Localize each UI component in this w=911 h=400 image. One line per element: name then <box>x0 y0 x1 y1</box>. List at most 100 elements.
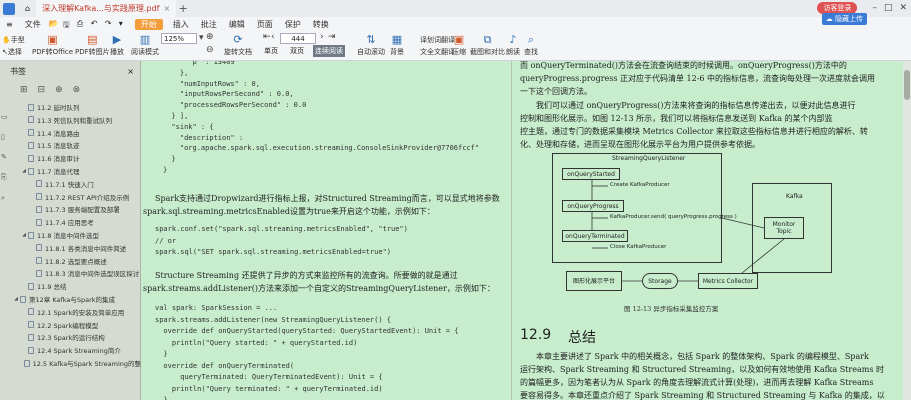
bookmark-item[interactable]: ◢ 11.8 消息中间件选型 <box>0 229 141 241</box>
menu-convert[interactable]: 转换 <box>307 19 335 30</box>
compress-icon: ▣ <box>453 33 465 46</box>
pdf-to-image-button[interactable]: ▤ PDF转图片 <box>75 33 110 57</box>
bookmark-label: 11.8 消息中间件选型 <box>37 232 100 240</box>
bookmark-item[interactable]: 11.7.4 应用思考 <box>0 216 141 228</box>
pdf-to-office-button[interactable]: ▣ PDF转Office <box>32 33 73 57</box>
screenshot-compare-button[interactable]: ⧉ 截图和对比 <box>470 33 505 57</box>
hide-upload-button[interactable]: ☁ 隐藏上传 <box>821 13 867 25</box>
delete-bookmark-icon[interactable]: ⊗ <box>73 85 81 95</box>
read-aloud-button[interactable]: ♪ 朗读 <box>506 33 520 57</box>
zoom-dropdown-icon[interactable]: ▾ <box>199 33 204 43</box>
bookmark-item[interactable]: 11.8.1 各类消息中间件简述 <box>0 242 141 254</box>
bookmark-item[interactable]: 11.7.1 快速入门 <box>0 178 141 190</box>
last-page-icon[interactable]: ⇥ <box>328 32 336 42</box>
menu-edit[interactable]: 编辑 <box>223 19 251 30</box>
bookmark-item[interactable]: 12.5 Kafka与Spark Streaming的整 <box>0 357 141 369</box>
zoom-in-icon[interactable]: ⊕ <box>206 32 214 42</box>
vertical-scrollbar[interactable] <box>903 61 911 400</box>
bookmark-label: 11.7.4 应用思考 <box>45 219 94 228</box>
menu-start[interactable]: 开始 <box>134 18 163 30</box>
print-icon[interactable]: ⎙ <box>77 19 87 29</box>
save-icon[interactable]: 🖫 <box>63 19 73 29</box>
close-window-icon[interactable]: ✕ <box>899 3 907 13</box>
bookmark-item[interactable]: 12.3 Spark的运行结构 <box>0 331 141 343</box>
menu-insert[interactable]: 插入 <box>167 19 195 30</box>
bookmark-item[interactable]: 11.2 延时队列 <box>0 101 141 113</box>
bookmark-item[interactable]: ◢ 11.7 消息代理 <box>0 165 141 177</box>
new-tab-icon[interactable]: + <box>176 2 190 15</box>
bookmark-item[interactable]: 11.7.3 服务端配置及部署 <box>0 203 141 215</box>
document-tab[interactable]: 深入理解Kafka...与实践原理.pdf × <box>36 0 177 17</box>
background-button[interactable]: ▦ 背景 <box>390 33 404 57</box>
bookmark-item[interactable]: 11.7.2 REST API介绍及示例 <box>0 191 141 203</box>
collapse-all-icon[interactable]: ⊟ <box>38 85 46 95</box>
bookmark-label: 11.8.2 选型要点概述 <box>45 257 107 266</box>
close-tab-icon[interactable]: × <box>163 4 170 13</box>
bookmark-icon <box>36 193 42 201</box>
bookmark-icon <box>28 346 34 354</box>
bookmark-item[interactable]: 11.6 消息审计 <box>0 152 141 164</box>
word-translate-button[interactable]: 译划词翻译 <box>420 35 455 45</box>
file-menu[interactable]: 文件 <box>19 19 47 30</box>
bookmark-item[interactable]: 11.3 死信队列和重试队列 <box>0 114 141 126</box>
menu-annotate[interactable]: 批注 <box>195 19 223 30</box>
redo-icon[interactable]: ↷ <box>105 19 115 29</box>
maximize-icon[interactable]: □ <box>884 3 893 13</box>
bookmark-item[interactable]: 12.1 Spark的安装及简单应用 <box>0 306 141 318</box>
full-translate-icon: 文 <box>420 48 427 56</box>
scrollbar-thumb[interactable] <box>904 70 910 100</box>
collapse-toggle-icon[interactable]: ◢ <box>12 296 20 302</box>
play-button[interactable]: ▶ 播放 <box>110 33 124 57</box>
hamburger-icon[interactable]: ≡ <box>0 20 19 29</box>
bookmark-item[interactable]: ◢ 第12章 Kafka与Spark的集成 <box>0 293 141 305</box>
zoom-select[interactable]: 125% <box>161 33 197 44</box>
menu-page[interactable]: 页面 <box>251 19 279 30</box>
bookmark-item[interactable]: 11.5 消息轨迹 <box>0 139 141 151</box>
find-button[interactable]: ⌕ 查找 <box>524 33 538 57</box>
bookmark-item[interactable]: 11.4 消息路由 <box>0 127 141 139</box>
document-view[interactable]: "p" : 13409 }, "numInputRows" : 0, "inpu… <box>141 61 911 400</box>
select-tool-button[interactable]: ↖ 选择 <box>2 47 22 57</box>
dropdown-icon[interactable]: ▾ <box>119 19 129 29</box>
bookmark-label: 11.7.3 服务端配置及部署 <box>45 206 120 215</box>
bookmark-item[interactable]: 11.8.3 消息中间件选型误区探讨 <box>0 267 141 279</box>
full-translate-button[interactable]: 文全文翻译 <box>420 47 455 57</box>
undo-icon[interactable]: ↶ <box>91 19 101 29</box>
collapse-toggle-icon[interactable]: ◢ <box>20 168 28 174</box>
first-page-icon[interactable]: ⇤ <box>263 32 271 42</box>
menu-protect[interactable]: 保护 <box>279 19 307 30</box>
minimize-icon[interactable]: – <box>872 3 877 13</box>
bookmark-item[interactable]: 11.9 总结 <box>0 280 141 292</box>
bookmark-label: 11.7.2 REST API介绍及示例 <box>45 193 130 202</box>
code-block-listener: val spark: SparkSession = ... spark.stre… <box>155 304 459 400</box>
hand-tool-button[interactable]: ✋ 手型 <box>2 35 25 45</box>
compress-button[interactable]: ▣ 压缩 <box>452 33 466 57</box>
zoom-out-icon[interactable]: ⊖ <box>206 45 214 55</box>
bookmark-item[interactable]: 12.2 Spark编程模型 <box>0 319 141 331</box>
next-page-icon[interactable]: › <box>320 32 324 42</box>
continuous-reading-button[interactable]: 连续阅读 <box>313 45 345 57</box>
full-translate-label: 全文翻译 <box>427 48 455 56</box>
bookmark-label: 11.2 延时队列 <box>37 104 80 112</box>
bookmark-item[interactable]: 12.4 Spark Streaming简介 <box>0 344 141 356</box>
auto-scroll-button[interactable]: ⇅ 自动滚动 <box>357 33 385 57</box>
rotate-button[interactable]: ⟳ 旋转文档 <box>224 33 252 57</box>
bookmark-icon <box>28 129 34 137</box>
add-bookmark-icon[interactable]: ⊕ <box>55 85 63 95</box>
page-number-input[interactable]: 444 <box>280 33 316 44</box>
bookmark-item[interactable]: 11.8.2 选型要点概述 <box>0 255 141 267</box>
close-panel-icon[interactable]: × <box>127 67 134 76</box>
open-icon[interactable]: 📂 <box>49 19 59 29</box>
prev-page-icon[interactable]: ‹ <box>271 32 275 42</box>
home-tab[interactable]: ⌂ <box>19 0 36 17</box>
title-bar: ⌂ 深入理解Kafka...与实践原理.pdf × + 访客登录 – □ ✕ <box>0 0 911 17</box>
expand-all-icon[interactable]: ⊞ <box>20 85 28 95</box>
collapse-toggle-icon[interactable]: ◢ <box>20 232 28 238</box>
double-page-button[interactable]: 双页 <box>288 45 306 57</box>
bookmarks-header: 书签 × <box>0 61 140 81</box>
single-page-button[interactable]: 单页 <box>262 45 280 57</box>
paragraph-query-terminated: 而 onQueryTerminated()方法会在流查询结束的时候调用。onQu… <box>520 61 875 98</box>
reading-mode-button[interactable]: ▥ 阅读模式 <box>131 33 159 57</box>
bookmark-label: 12.5 Kafka与Spark Streaming的整 <box>32 360 141 368</box>
bookmark-icon <box>28 141 34 149</box>
